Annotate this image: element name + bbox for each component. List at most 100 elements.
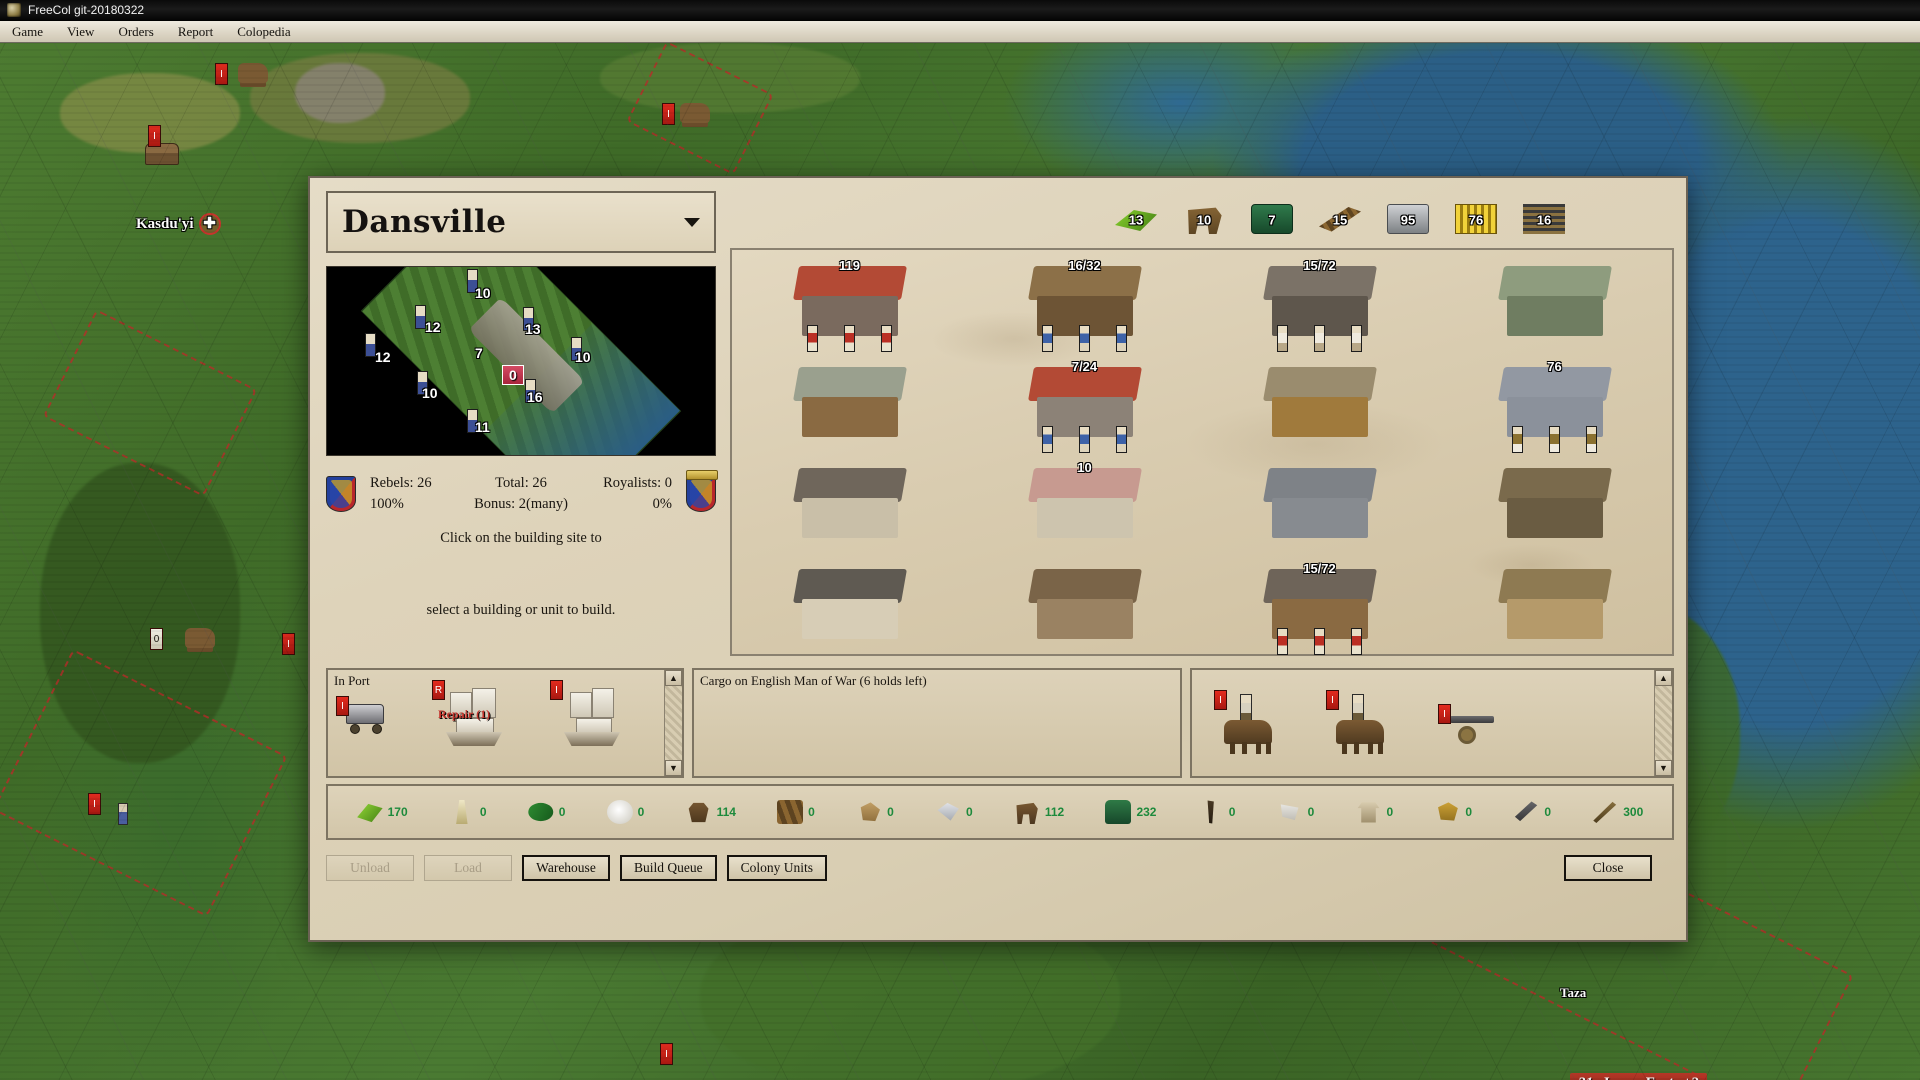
worker-unit[interactable] [1313,627,1325,655]
goods-ore[interactable]: 0 [856,800,894,824]
worker-unit[interactable] [1041,425,1053,453]
chevron-down-icon[interactable] [684,217,700,227]
unit-flag[interactable]: I [662,103,675,125]
scroll-track[interactable] [1655,686,1672,760]
colony-name-selector[interactable]: Dansville [326,191,716,253]
cargo-panel[interactable]: Cargo on English Man of War (6 holds lef… [692,668,1182,778]
worker-unit[interactable] [1351,324,1363,352]
goods-horses[interactable]: 112 [1014,800,1064,824]
worker-unit[interactable] [1116,425,1128,453]
building-cell-cathedral[interactable]: 76 [1437,351,1672,453]
building-workers[interactable] [1029,322,1141,352]
building-workers[interactable] [1264,625,1376,655]
worker-unit[interactable] [1511,425,1523,453]
unit-badge[interactable]: I [1438,704,1451,724]
goods-tobacco[interactable]: 0 [528,800,565,824]
worker-unit[interactable] [843,324,855,352]
goods-bar[interactable]: 170 0 0 0 114 0 0 0 112 232 0 0 0 0 0 30… [326,784,1674,840]
building-cell-tobacconist-house[interactable]: 15/72 [1202,250,1437,352]
goods-coats[interactable]: 0 [1356,800,1393,824]
native-settlement-label[interactable]: Kasdu'yi ✚ [136,213,221,235]
production-tools[interactable]: 95 [1387,204,1429,234]
warehouse-button[interactable]: Warehouse [522,855,610,881]
tile-production-value[interactable]: 12 [425,319,441,335]
building-cell-artillery-yard[interactable] [1437,452,1672,553]
scroll-track[interactable] [665,686,682,760]
map-unit-colonist[interactable] [118,803,128,825]
building-workers[interactable] [1499,423,1611,453]
in-port-panel[interactable]: In Port I R Repair (1) I ▲ ▼ [326,668,684,778]
building-grid[interactable]: 119 16/32 15/72 7/24 76 10 15/72 [730,248,1674,656]
worker-unit[interactable] [1548,425,1560,453]
tile-production-value[interactable]: 7 [475,345,483,361]
unit-flag[interactable]: 0 [150,628,163,650]
colony-tile-map[interactable]: 10 12 13 12 7 10 0 10 16 11 [326,266,716,456]
building-cell-town-houses[interactable] [732,452,967,553]
tile-production-value[interactable]: 10 [422,385,438,401]
worker-unit[interactable] [1351,627,1363,655]
menu-game[interactable]: Game [0,22,55,42]
goods-rum[interactable]: 232 [1105,800,1156,824]
goods-silver[interactable]: 0 [935,800,973,824]
menu-colopedia[interactable]: Colopedia [225,22,302,42]
tile-production-value[interactable]: 13 [525,321,541,337]
scroll-down-icon[interactable]: ▼ [1655,760,1672,776]
production-horses[interactable]: 10 [1183,204,1225,234]
colony-chip-james-fort[interactable]: 21 James Fort +2 [1570,1073,1708,1080]
map-unit-scout[interactable] [185,628,215,648]
building-cell-warehouse[interactable] [732,351,967,452]
building-cell-distillery[interactable]: 7/24 [967,351,1202,453]
unit-flag[interactable]: I [660,1043,673,1065]
tile-production-value[interactable]: 16 [527,389,543,405]
building-cell-lumber-mill[interactable] [1202,351,1437,452]
tile-production-value[interactable]: 12 [375,349,391,365]
unload-button[interactable]: Unload [326,855,414,881]
building-cell-carpenter-house[interactable]: 16/32 [967,250,1202,352]
unit-flag[interactable]: I [282,633,295,655]
building-cell-town-hall[interactable]: 119 [732,250,967,352]
worker-unit[interactable] [1041,324,1053,352]
in-port-scrollbar[interactable]: ▲ ▼ [664,670,682,776]
goods-cotton[interactable]: 0 [606,800,644,824]
goods-furs[interactable]: 114 [686,800,736,824]
building-cell-church-small[interactable] [967,553,1202,654]
tile-selected-value[interactable]: 0 [502,365,524,385]
production-muskets[interactable]: 16 [1523,204,1565,234]
unit-flag[interactable]: I [148,125,161,147]
unit-flag[interactable]: I [88,793,101,815]
tile-production-value[interactable]: 10 [475,285,491,301]
production-lumber[interactable]: 15 [1319,204,1361,234]
outside-unit-artillery[interactable]: I [1438,704,1502,746]
goods-cigars[interactable]: 0 [1198,800,1235,824]
building-cell-market[interactable] [1437,553,1672,654]
in-port-unit-caravel[interactable]: I [550,680,628,748]
tile-production-value[interactable]: 11 [475,419,490,435]
worker-unit[interactable] [1078,324,1090,352]
building-cell-blacksmith-shop[interactable]: 15/72 [1202,553,1437,655]
colony-units-button[interactable]: Colony Units [726,855,828,881]
goods-food[interactable]: 170 [357,800,408,824]
in-port-unit-wagon-train[interactable]: I [336,696,388,736]
close-button[interactable]: Close [1564,855,1652,881]
worker-unit[interactable] [1116,324,1128,352]
building-workers[interactable] [1029,423,1141,453]
map-unit-dragoon[interactable] [680,103,710,123]
building-cell-printing-house[interactable] [732,553,967,654]
unit-badge[interactable]: I [1214,690,1227,710]
worker-unit[interactable] [1276,324,1288,352]
production-bells[interactable]: 76 [1455,204,1497,234]
worker-unit[interactable] [881,324,893,352]
building-workers[interactable] [1264,322,1376,352]
building-cell-stable[interactable]: 10 [967,452,1202,553]
production-wagon[interactable]: 7 [1251,204,1293,234]
goods-sugar[interactable]: 0 [449,800,487,824]
unit-badge[interactable]: R [432,680,445,700]
outside-unit-dragoon-2[interactable]: I [1326,690,1394,754]
tile-production-value[interactable]: 10 [575,349,591,365]
production-crops[interactable]: 13 [1115,204,1157,234]
building-cell-fort[interactable] [1202,452,1437,553]
building-workers[interactable] [794,322,906,352]
scroll-down-icon[interactable]: ▼ [665,760,682,776]
building-cell-fur-trading-post[interactable] [1437,250,1672,351]
outside-colony-panel[interactable]: I I I ▲ ▼ [1190,668,1674,778]
